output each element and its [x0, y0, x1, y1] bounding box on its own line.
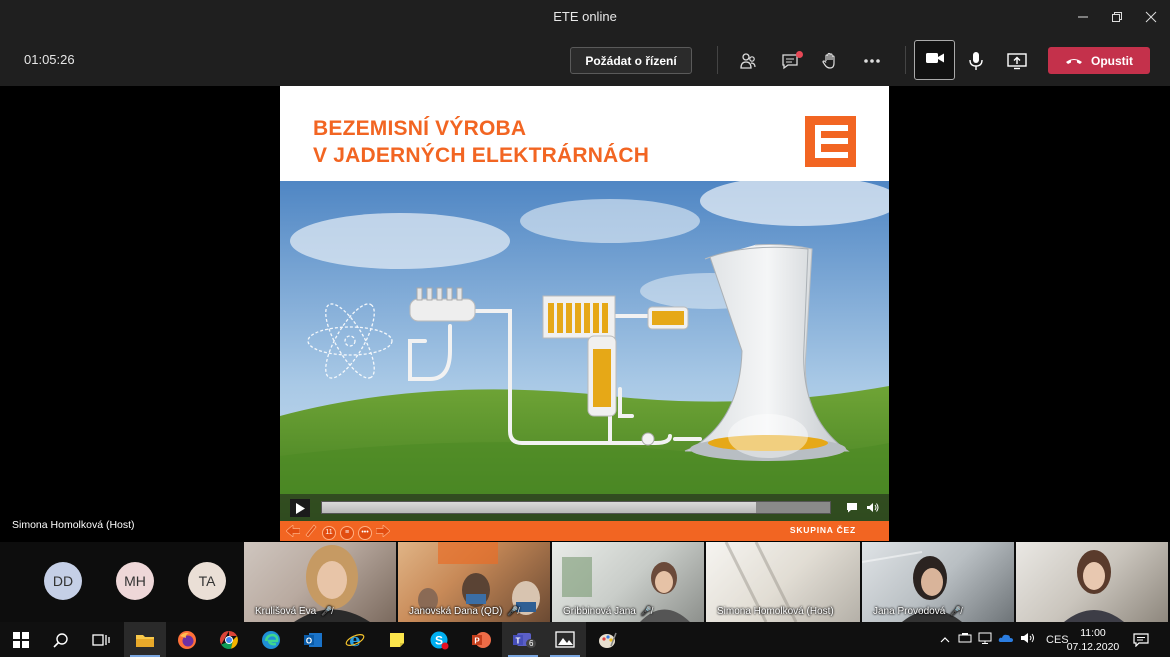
clock-date: 07.12.2020	[1066, 641, 1120, 653]
volume-icon[interactable]	[1020, 632, 1036, 647]
skype-icon[interactable]: S	[418, 622, 460, 657]
svg-text:e: e	[349, 630, 360, 650]
notifications-icon[interactable]	[1120, 622, 1162, 657]
paint-icon[interactable]	[586, 622, 628, 657]
taskbar-clock[interactable]: 11:00 07.12.2020	[1066, 626, 1120, 654]
mic-off-icon: 🎤̸	[321, 606, 333, 616]
participant-video	[1064, 550, 1124, 622]
clock-time: 11:00	[1080, 627, 1106, 639]
network-icon[interactable]	[978, 632, 992, 647]
captions-icon[interactable]	[846, 500, 858, 518]
pen-icon[interactable]	[304, 523, 318, 541]
power-plant-animation	[280, 181, 889, 521]
video-progress-fill	[322, 502, 757, 513]
toolbar-divider	[717, 46, 718, 74]
sticky-notes-icon[interactable]	[376, 622, 418, 657]
chat-unread-indicator	[796, 51, 803, 58]
microphone-icon[interactable]	[962, 47, 990, 74]
leave-label: Opustit	[1091, 53, 1133, 68]
presenter-label: Simona Homolková (Host)	[12, 519, 135, 531]
participant-video-tile[interactable]: Jana Provodová 🎤̸	[862, 542, 1014, 622]
window-title-bar: ETE online	[0, 0, 1170, 34]
windows-start-icon[interactable]	[0, 622, 42, 657]
hang-up-icon	[1065, 54, 1083, 68]
slide-options-icon[interactable]: •••	[358, 525, 372, 540]
teams-icon[interactable]: T 6	[502, 622, 544, 657]
windows-taskbar: O e S P T 6 CES 11:00 07.12.2020	[0, 622, 1170, 657]
svg-text:T: T	[516, 636, 521, 645]
cez-logo	[805, 116, 856, 167]
window-title: ETE online	[553, 9, 617, 24]
next-slide-icon[interactable]	[375, 523, 391, 542]
participant-video-tile[interactable]	[1016, 542, 1168, 622]
request-control-button[interactable]: Požádat o řízení	[570, 47, 692, 74]
firefox-icon[interactable]	[166, 622, 208, 657]
video-player[interactable]	[280, 181, 889, 521]
mic-off-icon: 🎤̸	[640, 606, 653, 616]
participant-video-tile[interactable]: Janovská Dana (QD) 🎤̸	[398, 542, 550, 622]
chevron-up-icon[interactable]	[938, 634, 952, 646]
file-explorer-icon[interactable]	[124, 622, 166, 657]
avatar[interactable]: DD	[44, 562, 82, 600]
camera-icon	[925, 51, 945, 70]
shared-slide: BEZEMISNÍ VÝROBA V JADERNÝCH ELEKTRÁRNÁC…	[280, 86, 889, 541]
slide-title-line2: V JADERNÝCH ELEKTRÁRNÁCH	[313, 144, 650, 167]
meeting-timer: 01:05:26	[24, 52, 75, 67]
camera-toggle-button[interactable]	[914, 40, 955, 80]
participant-video-tile[interactable]: Gribbinová Jana 🎤̸	[552, 542, 704, 622]
photos-icon[interactable]	[544, 622, 586, 657]
leave-button[interactable]: Opustit	[1048, 47, 1150, 74]
participant-video-tile[interactable]: Simona Homolková (Host)	[706, 542, 860, 622]
slide-title: BEZEMISNÍ VÝROBA V JADERNÝCH ELEKTRÁRNÁC…	[313, 115, 649, 169]
minimize-icon[interactable]	[1066, 0, 1100, 34]
footer-brand: SKUPINA ČEZ	[789, 525, 856, 535]
participant-name: Krulišová Eva	[255, 606, 317, 617]
onedrive-icon[interactable]	[998, 633, 1014, 646]
participant-name: Gribbinová Jana	[563, 606, 636, 617]
teams-notification-badge: 6	[526, 639, 537, 648]
system-tray: CES	[938, 622, 1069, 657]
svg-text:O: O	[306, 636, 312, 645]
raise-hand-icon[interactable]	[816, 47, 844, 74]
play-icon[interactable]	[290, 499, 310, 517]
task-view-icon[interactable]	[80, 622, 122, 657]
restore-icon[interactable]	[1100, 0, 1134, 34]
volume-icon[interactable]	[866, 500, 879, 518]
slide-menu-icon[interactable]: ≡	[340, 525, 354, 540]
prev-slide-icon[interactable]	[285, 523, 301, 542]
participant-video-tile[interactable]: Krulišová Eva 🎤̸	[244, 542, 396, 622]
slide-navigation: 11 ≡ •••	[285, 523, 391, 542]
chrome-icon[interactable]	[208, 622, 250, 657]
edge-icon[interactable]	[250, 622, 292, 657]
slide-footer: 11 ≡ ••• SKUPINA ČEZ	[280, 521, 889, 541]
share-screen-icon[interactable]	[1003, 47, 1031, 74]
meeting-stage: BEZEMISNÍ VÝROBA V JADERNÝCH ELEKTRÁRNÁC…	[0, 86, 1170, 542]
more-options-icon[interactable]	[858, 47, 886, 74]
mic-off-icon: 🎤̸	[950, 606, 962, 616]
slide-title-line1: BEZEMISNÍ VÝROBA	[313, 117, 527, 140]
participant-name: Janovská Dana (QD)	[409, 606, 503, 617]
search-icon[interactable]	[40, 622, 82, 657]
video-progress-bar[interactable]	[321, 501, 831, 514]
participant-name: Simona Homolková (Host)	[717, 606, 834, 617]
internet-explorer-icon[interactable]: e	[334, 622, 376, 657]
avatar[interactable]: TA	[188, 562, 226, 600]
video-controls	[280, 494, 889, 521]
slide-number: 11	[322, 525, 336, 540]
participant-name: Jana Provodová	[873, 606, 946, 617]
powerpoint-icon[interactable]: P	[460, 622, 502, 657]
close-icon[interactable]	[1134, 0, 1168, 34]
mic-off-icon: 🎤̸	[507, 606, 519, 616]
toolbar-divider	[905, 46, 906, 74]
participant-strip: DD MH TA Krulišová Eva 🎤̸ Janovská Dana (…	[0, 542, 1170, 622]
svg-text:P: P	[474, 636, 480, 645]
usb-device-icon[interactable]	[958, 632, 972, 647]
avatar[interactable]: MH	[116, 562, 154, 600]
meeting-toolbar: 01:05:26 Požádat o řízení Opustit	[0, 34, 1170, 86]
participants-icon[interactable]	[734, 47, 762, 74]
outlook-icon[interactable]: O	[292, 622, 334, 657]
